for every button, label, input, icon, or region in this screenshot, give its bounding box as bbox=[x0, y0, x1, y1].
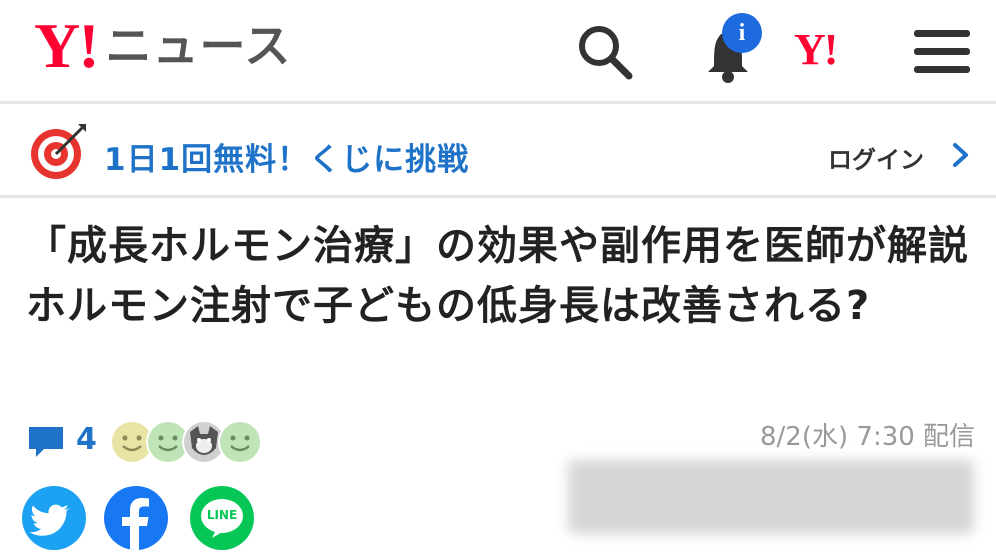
notification-badge: i bbox=[722, 13, 762, 53]
yahoo-news-logo[interactable]: Y! ニュース bbox=[34, 14, 291, 78]
menu-icon[interactable] bbox=[912, 26, 972, 78]
news-logo-text: ニュース bbox=[105, 19, 292, 73]
yahoo-logo-icon[interactable]: Y! bbox=[794, 28, 838, 72]
blurred-region bbox=[568, 460, 974, 534]
lottery-banner[interactable]: 1日1回無料！くじに挑戦 ログイン bbox=[0, 104, 996, 198]
twitter-icon[interactable] bbox=[22, 486, 86, 550]
line-label: LINE bbox=[206, 508, 238, 522]
lottery-promo-text[interactable]: 1日1回無料！くじに挑戦 bbox=[104, 134, 469, 179]
reaction-avatars[interactable] bbox=[110, 420, 270, 464]
publish-date: 8/2(水) 7:30 配信 bbox=[760, 422, 976, 452]
site-header: Y! ニュース i Y! bbox=[0, 0, 996, 104]
facebook-icon[interactable] bbox=[104, 486, 168, 550]
login-link[interactable]: ログイン bbox=[828, 140, 924, 175]
smile-face-icon bbox=[218, 420, 262, 464]
line-icon[interactable]: LINE bbox=[190, 486, 254, 550]
chevron-right-icon[interactable] bbox=[950, 142, 972, 168]
search-icon[interactable] bbox=[575, 22, 635, 82]
article-title: 「成長ホルモン治療」の効果や副作用を医師が解説 ホルモン注射で子どもの低身長は改… bbox=[26, 223, 969, 329]
yahoo-logo-mark: Y! bbox=[34, 10, 100, 81]
comment-count[interactable]: 4 bbox=[76, 422, 97, 457]
comment-icon[interactable] bbox=[26, 424, 66, 460]
target-icon bbox=[31, 124, 86, 179]
